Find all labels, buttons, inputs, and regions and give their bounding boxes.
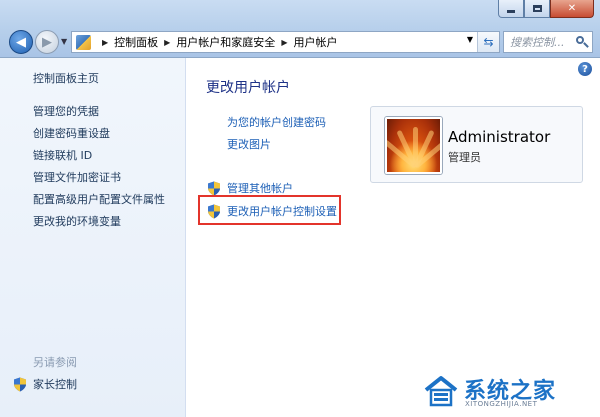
breadcrumb-user-accounts[interactable]: 用户帐户: [293, 34, 337, 50]
site-watermark: 系统之家 XITONGZHIJIA.NET: [424, 371, 594, 413]
parental-controls-link[interactable]: 家长控制: [13, 376, 77, 392]
uac-shield-icon: [14, 377, 26, 391]
control-panel-icon: [76, 34, 91, 50]
search-placeholder: 搜索控制...: [510, 36, 565, 49]
uac-shield-icon: [208, 204, 220, 218]
forward-arrow-icon: ▶: [42, 34, 52, 50]
breadcrumb-separator-icon[interactable]: ▶: [164, 38, 170, 47]
address-dropdown-icon[interactable]: ▼: [467, 35, 473, 44]
uac-shield-icon: [208, 181, 220, 195]
advanced-profile-properties-link[interactable]: 配置高级用户配置文件属性: [33, 191, 165, 213]
refresh-icon: ⇆: [483, 35, 494, 49]
maximize-icon: [532, 5, 542, 12]
manage-encryption-certificates-link[interactable]: 管理文件加密证书: [33, 169, 165, 191]
manage-credentials-link[interactable]: 管理您的凭据: [33, 103, 165, 125]
search-box[interactable]: 搜索控制...: [503, 31, 593, 53]
change-uac-settings-link[interactable]: 更改用户帐户控制设置: [207, 203, 337, 219]
parental-controls-label: 家长控制: [33, 378, 77, 391]
manage-other-accounts-label: 管理其他帐户: [227, 182, 293, 195]
link-online-id-link[interactable]: 链接联机 ID: [33, 147, 165, 169]
forward-button[interactable]: ▶: [35, 30, 59, 54]
avatar[interactable]: [385, 117, 442, 174]
create-password-link[interactable]: 为您的帐户创建密码: [227, 114, 326, 130]
minimize-icon: [507, 10, 515, 13]
change-uac-settings-label: 更改用户帐户控制设置: [227, 205, 337, 218]
watermark-url: XITONGZHIJIA.NET: [465, 400, 538, 408]
window-titlebar: ✕ ◀ ▶ ▼ ▶ 控制面板 ▶ 用户帐户和家庭安全 ▶ 用户帐户 ▼ ⇆ 搜索…: [0, 0, 600, 58]
change-picture-link[interactable]: 更改图片: [227, 136, 271, 152]
left-nav-links: 管理您的凭据 创建密码重设盘 链接联机 ID 管理文件加密证书 配置高级用户配置…: [33, 103, 165, 235]
user-name: Administrator: [448, 128, 551, 146]
user-role: 管理员: [448, 151, 481, 164]
breadcrumb-user-accounts-family-safety[interactable]: 用户帐户和家庭安全: [176, 34, 275, 50]
control-panel-home-link[interactable]: 控制面板主页: [33, 70, 99, 86]
manage-other-accounts-link[interactable]: 管理其他帐户: [207, 180, 293, 196]
left-nav-pane: 控制面板主页 管理您的凭据 创建密码重设盘 链接联机 ID 管理文件加密证书 配…: [0, 58, 186, 417]
breadcrumb-control-panel[interactable]: 控制面板: [114, 34, 158, 50]
search-icon[interactable]: [575, 35, 589, 49]
maximize-button[interactable]: [524, 0, 550, 18]
page-title: 更改用户帐户: [206, 80, 290, 96]
back-button[interactable]: ◀: [9, 30, 33, 54]
house-logo-icon: [424, 376, 458, 407]
see-also-heading: 另请参阅: [33, 356, 77, 369]
breadcrumb-separator-icon[interactable]: ▶: [281, 38, 287, 47]
address-bar[interactable]: ▶ 控制面板 ▶ 用户帐户和家庭安全 ▶ 用户帐户 ▼ ⇆: [71, 31, 500, 53]
caption-buttons: ✕: [498, 0, 594, 18]
user-account-card: Administrator 管理员: [370, 106, 583, 183]
create-password-reset-disk-link[interactable]: 创建密码重设盘: [33, 125, 165, 147]
breadcrumb-separator-icon[interactable]: ▶: [102, 38, 108, 47]
back-arrow-icon: ◀: [16, 34, 26, 50]
minimize-button[interactable]: [498, 0, 524, 18]
main-content-pane: ? 更改用户帐户 为您的帐户创建密码 更改图片 管理其他帐户 更改用户帐户控制设…: [187, 58, 600, 417]
change-environment-variables-link[interactable]: 更改我的环境变量: [33, 213, 165, 235]
refresh-button[interactable]: ⇆: [477, 32, 499, 52]
help-icon[interactable]: ?: [578, 62, 592, 76]
close-button[interactable]: ✕: [550, 0, 594, 18]
recent-pages-dropdown-icon[interactable]: ▼: [61, 37, 67, 46]
